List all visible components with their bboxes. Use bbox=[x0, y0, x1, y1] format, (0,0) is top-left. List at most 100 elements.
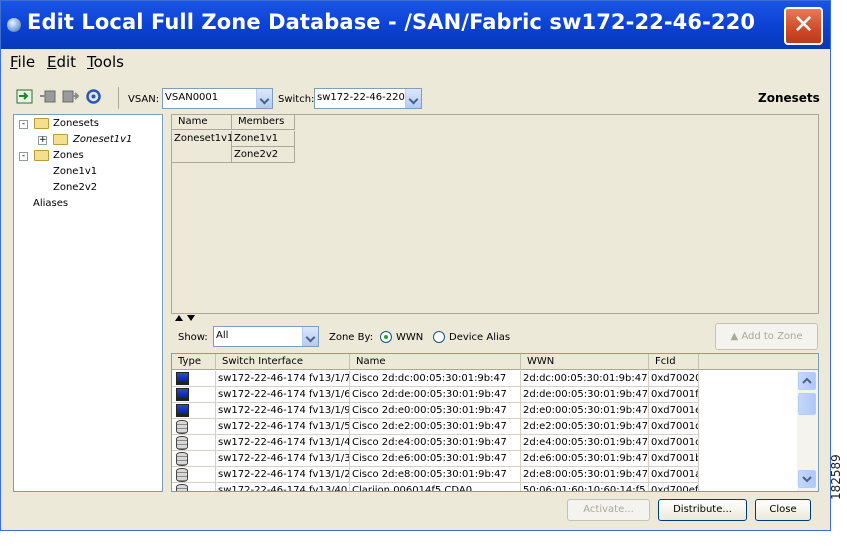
vsan-value: VSAN0001 bbox=[165, 92, 219, 103]
add-to-zone-button[interactable]: ▲ Add to Zone bbox=[715, 323, 818, 350]
splitter-arrows-icon[interactable] bbox=[174, 314, 198, 322]
move-icon[interactable] bbox=[62, 89, 79, 104]
iface-cell: sw172-22-46-174 fv13/1/4 bbox=[216, 435, 350, 451]
collapse-zonesets-icon[interactable]: - bbox=[19, 120, 28, 129]
table-row[interactable]: sw172-22-46-174 fv13/1/5 Cisco 2d:e2:00:0… bbox=[172, 419, 798, 435]
name-cell: Cisco 2d:dc:00:05:30:01:9b:47 bbox=[350, 371, 521, 387]
table-row[interactable]: sw172-22-46-174 fv13/1/9 Cisco 2d:e0:00:0… bbox=[172, 403, 798, 419]
column-header-type[interactable]: Type bbox=[172, 354, 216, 370]
tree-item-aliases[interactable]: Aliases bbox=[33, 198, 68, 209]
zoneset-name-cell[interactable]: Zoneset1v1 bbox=[172, 131, 233, 163]
radio-device-alias-label[interactable]: Device Alias bbox=[449, 332, 510, 343]
name-cell: Cisco 2d:e2:00:05:30:01:9b:47 bbox=[350, 419, 521, 435]
menu-file[interactable]: File bbox=[10, 53, 35, 71]
wwn-cell: 2d:e8:00:05:30:01:9b:47 bbox=[521, 467, 649, 483]
column-header-wwn[interactable]: WWN bbox=[521, 354, 649, 370]
host-icon bbox=[176, 388, 189, 401]
menu-tools[interactable]: Tools bbox=[87, 53, 124, 71]
vsan-label: VSAN: bbox=[128, 94, 160, 105]
column-header-name[interactable]: Name bbox=[172, 115, 232, 130]
table-row[interactable]: sw172-22-46-174 fv13/1/3 Cisco 2d:e6:00:0… bbox=[172, 451, 798, 467]
fcid-cell: 0xd7001a bbox=[649, 467, 699, 483]
table-row[interactable]: sw172-22-46-174 fv13/1/2 Cisco 2d:e8:00:0… bbox=[172, 467, 798, 483]
wwn-cell: 2d:e4:00:05:30:01:9b:47 bbox=[521, 435, 649, 451]
switch-value: sw172-22-46-220 bbox=[317, 92, 405, 103]
chevron-down-icon[interactable] bbox=[405, 89, 421, 108]
insert-icon[interactable] bbox=[16, 89, 33, 104]
radio-wwn-label[interactable]: WWN bbox=[396, 332, 423, 343]
add-member-icon[interactable] bbox=[39, 89, 56, 104]
name-cell: Cisco 2d:e8:00:05:30:01:9b:47 bbox=[350, 467, 521, 483]
chevron-down-icon bbox=[802, 476, 812, 483]
close-button[interactable]: Close bbox=[755, 499, 811, 521]
zoneset-member-cell[interactable]: Zone1v1 bbox=[232, 131, 295, 147]
host-icon bbox=[176, 372, 189, 385]
title-bar[interactable]: Edit Local Full Zone Database - /SAN/Fab… bbox=[1, 1, 830, 49]
toolbar: VSAN: VSAN0001 Switch: sw172-22-46-220 bbox=[1, 79, 830, 113]
column-header-fcid[interactable]: FcId bbox=[649, 354, 699, 370]
column-header-filler bbox=[699, 354, 818, 370]
panel-title: Zonesets bbox=[758, 91, 820, 105]
window-title: Edit Local Full Zone Database - /SAN/Fab… bbox=[27, 10, 756, 34]
tree-item-zonesets[interactable]: Zonesets bbox=[53, 118, 99, 129]
refresh-icon[interactable] bbox=[85, 89, 102, 104]
show-value: All bbox=[216, 330, 229, 341]
type-cell bbox=[172, 419, 216, 435]
table-row[interactable]: sw172-22-46-174 fv13/40 Clariion 006014f5… bbox=[172, 483, 798, 491]
iface-cell: sw172-22-46-174 fv13/40 bbox=[216, 483, 350, 491]
name-cell: Clariion 006014f5 CDA0 bbox=[350, 483, 521, 491]
folder-icon bbox=[53, 134, 68, 145]
close-window-button[interactable]: ✕ bbox=[784, 7, 823, 45]
distribute-button[interactable]: Distribute... bbox=[658, 499, 747, 521]
scroll-down-button[interactable] bbox=[798, 470, 816, 488]
scroll-up-button[interactable] bbox=[798, 372, 816, 390]
iface-cell: sw172-22-46-174 fv13/1/6 bbox=[216, 387, 350, 403]
zoneset-member-cell[interactable]: Zone2v2 bbox=[232, 147, 295, 163]
tree-item-zone2v2[interactable]: Zone2v2 bbox=[53, 182, 97, 193]
switch-label: Switch: bbox=[278, 94, 315, 105]
type-cell bbox=[172, 387, 216, 403]
tree-item-zones[interactable]: Zones bbox=[53, 150, 84, 161]
chevron-down-icon[interactable] bbox=[302, 327, 318, 346]
radio-device-alias[interactable] bbox=[433, 331, 445, 343]
expand-zoneset-icon[interactable]: + bbox=[38, 136, 47, 145]
wwn-cell: 2d:e0:00:05:30:01:9b:47 bbox=[521, 403, 649, 419]
table-scrollbar[interactable] bbox=[797, 370, 818, 491]
type-cell bbox=[172, 483, 216, 491]
scroll-thumb[interactable] bbox=[798, 393, 816, 415]
chevron-down-icon[interactable] bbox=[256, 89, 272, 108]
tree-item-zoneset1v1[interactable]: Zoneset1v1 bbox=[73, 134, 132, 145]
activate-button[interactable]: Activate... bbox=[567, 499, 650, 521]
type-cell bbox=[172, 403, 216, 419]
collapse-zones-icon[interactable]: - bbox=[19, 152, 28, 161]
name-cell: Cisco 2d:e6:00:05:30:01:9b:47 bbox=[350, 451, 521, 467]
vsan-select[interactable]: VSAN0001 bbox=[162, 88, 273, 109]
folder-icon bbox=[34, 118, 49, 129]
wwn-cell: 50:06:01:60:10:60:14:f5 bbox=[521, 483, 649, 491]
toolbar-separator bbox=[118, 87, 119, 109]
name-cell: Cisco 2d:e4:00:05:30:01:9b:47 bbox=[350, 435, 521, 451]
zone-tree[interactable]: - Zonesets + Zoneset1v1 - Zones Zone1v1 … bbox=[13, 114, 163, 492]
storage-disk-icon bbox=[176, 484, 188, 491]
table-row[interactable]: sw172-22-46-174 fv13/1/4 Cisco 2d:e4:00:0… bbox=[172, 435, 798, 451]
iface-cell: sw172-22-46-174 fv13/1/7 bbox=[216, 371, 350, 387]
show-select[interactable]: All bbox=[213, 326, 319, 347]
members-table: Type Switch Interface Name WWN FcId sw17… bbox=[171, 353, 819, 492]
switch-select[interactable]: sw172-22-46-220 bbox=[314, 88, 422, 109]
column-header-switch-interface[interactable]: Switch Interface bbox=[216, 354, 350, 370]
table-row[interactable]: sw172-22-46-174 fv13/1/7 Cisco 2d:dc:00:0… bbox=[172, 371, 798, 387]
tree-item-zone1v1[interactable]: Zone1v1 bbox=[53, 166, 97, 177]
type-cell bbox=[172, 451, 216, 467]
figure-number: 182589 bbox=[829, 454, 843, 500]
column-header-name[interactable]: Name bbox=[350, 354, 521, 370]
menu-bar: File Edit Tools bbox=[1, 49, 830, 77]
wwn-cell: 2d:de:00:05:30:01:9b:47 bbox=[521, 387, 649, 403]
show-label: Show: bbox=[178, 332, 208, 343]
menu-edit[interactable]: Edit bbox=[47, 53, 76, 71]
table-row[interactable]: sw172-22-46-174 fv13/1/6 Cisco 2d:de:00:0… bbox=[172, 387, 798, 403]
fcid-cell: 0xd7001b bbox=[649, 451, 699, 467]
column-header-members[interactable]: Members bbox=[232, 115, 295, 130]
radio-wwn[interactable] bbox=[380, 331, 392, 343]
name-cell: Cisco 2d:de:00:05:30:01:9b:47 bbox=[350, 387, 521, 403]
chevron-up-icon bbox=[802, 377, 812, 384]
